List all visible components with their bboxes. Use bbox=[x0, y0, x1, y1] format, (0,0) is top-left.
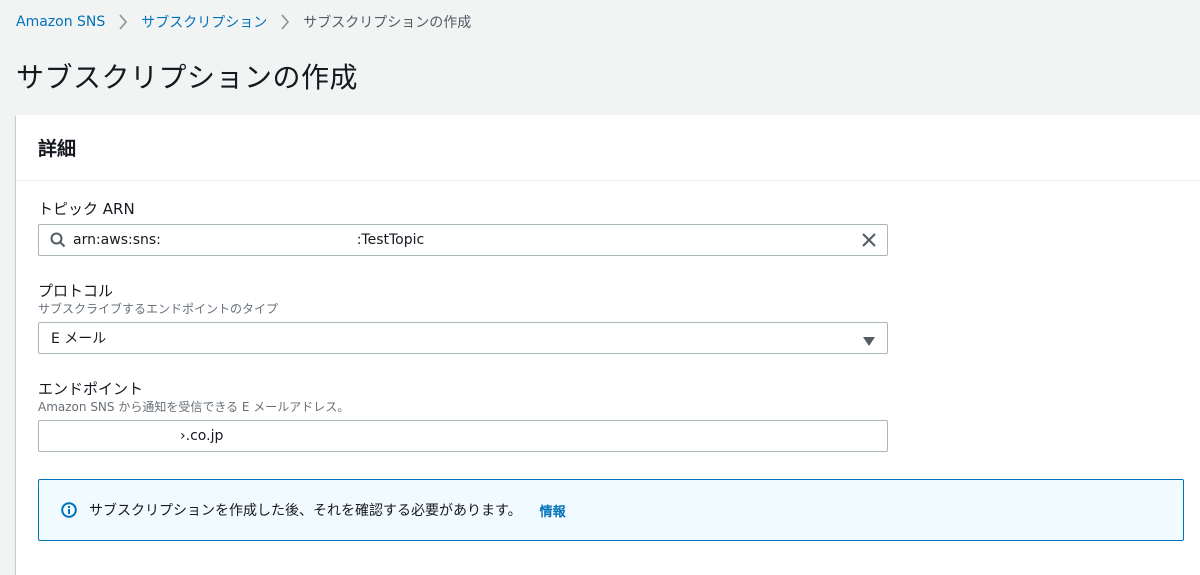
chevron-right-icon bbox=[105, 14, 141, 30]
endpoint-value: ›.co.jp bbox=[51, 428, 224, 444]
breadcrumb: Amazon SNS サブスクリプション サブスクリプションの作成 bbox=[16, 10, 471, 34]
info-alert: サブスクリプションを作成した後、それを確認する必要があります。 情報 bbox=[38, 479, 1184, 541]
chevron-right-icon bbox=[267, 14, 303, 30]
panel-title: 詳細 bbox=[38, 138, 77, 160]
info-link[interactable]: 情報 bbox=[540, 501, 566, 520]
protocol-select[interactable]: E メール bbox=[38, 322, 888, 354]
protocol-field: プロトコル サブスクライブするエンドポイントのタイプ E メール bbox=[38, 281, 890, 354]
endpoint-field: エンドポイント Amazon SNS から通知を受信できる E メールアドレス。… bbox=[38, 379, 890, 452]
protocol-description: サブスクライブするエンドポイントのタイプ bbox=[38, 302, 279, 316]
info-alert-message: サブスクリプションを作成した後、それを確認する必要があります。 bbox=[89, 503, 522, 519]
topic-arn-label: トピック ARN bbox=[38, 200, 135, 218]
breadcrumb-current: サブスクリプションの作成 bbox=[303, 15, 472, 31]
endpoint-label: エンドポイント bbox=[38, 380, 144, 398]
page-title: サブスクリプションの作成 bbox=[16, 61, 359, 94]
topic-arn-field: トピック ARN arn:aws:sns: :TestTopic bbox=[38, 199, 890, 256]
panel-header: 詳細 bbox=[16, 115, 1200, 181]
breadcrumb-amazon-sns[interactable]: Amazon SNS bbox=[16, 14, 105, 30]
protocol-selected-value: E メール bbox=[51, 331, 107, 347]
topic-arn-input[interactable]: arn:aws:sns: :TestTopic bbox=[38, 224, 888, 256]
topic-arn-value: arn:aws:sns: :TestTopic bbox=[73, 232, 425, 248]
details-panel: 詳細 トピック ARN arn:aws:sns: :TestTopic プロトコ… bbox=[16, 115, 1200, 575]
caret-down-icon bbox=[863, 334, 875, 350]
endpoint-input[interactable]: ›.co.jp bbox=[38, 420, 888, 452]
breadcrumb-subscriptions[interactable]: サブスクリプション bbox=[141, 12, 267, 32]
info-circle-icon bbox=[61, 502, 77, 518]
endpoint-description: Amazon SNS から通知を受信できる E メールアドレス。 bbox=[38, 400, 350, 414]
close-icon[interactable] bbox=[861, 232, 877, 252]
protocol-label: プロトコル bbox=[38, 282, 114, 300]
search-icon bbox=[39, 232, 73, 248]
